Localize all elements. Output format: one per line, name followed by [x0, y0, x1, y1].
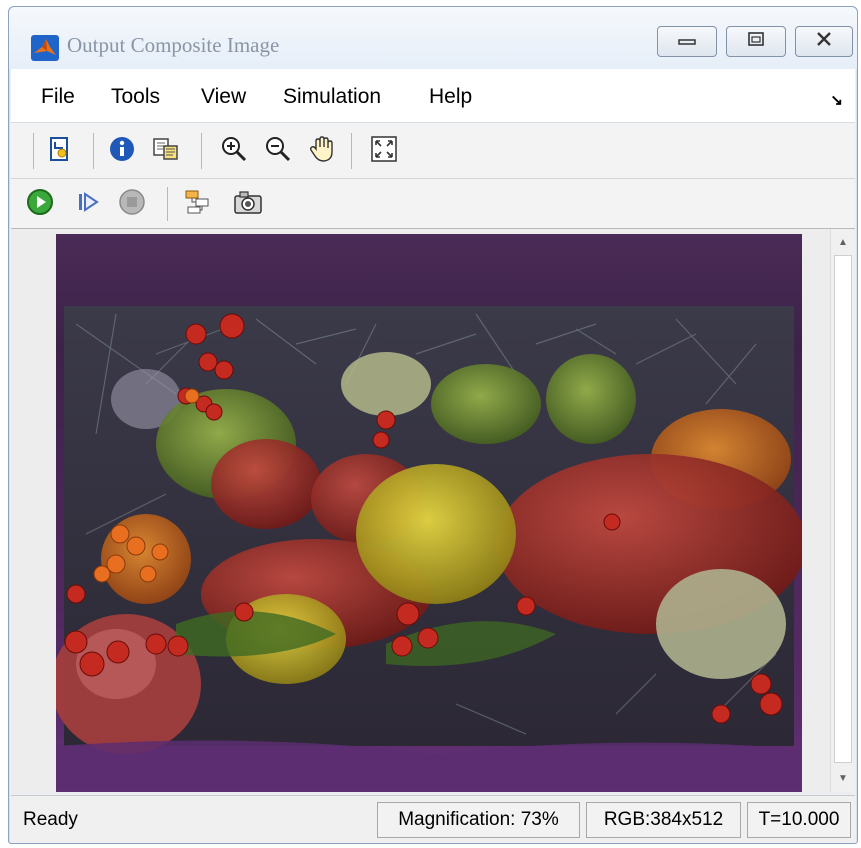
toolbar-separator	[93, 133, 94, 169]
menu-file[interactable]: File	[41, 85, 75, 109]
menu-simulation[interactable]: Simulation	[283, 85, 381, 109]
stop-button[interactable]	[117, 188, 147, 221]
minimize-icon	[678, 33, 696, 51]
magnification-text: Magnification: 73%	[398, 809, 559, 830]
maximize-button[interactable]	[726, 26, 786, 57]
composite-image[interactable]	[56, 234, 802, 792]
step-forward-icon	[75, 189, 101, 220]
fit-to-view-button[interactable]	[369, 135, 399, 167]
window-title: Output Composite Image	[67, 33, 280, 57]
highlight-block-button[interactable]	[183, 189, 213, 219]
info-button[interactable]	[107, 136, 137, 166]
menu-help[interactable]: Help	[429, 85, 472, 109]
toolbar-separator	[201, 133, 202, 169]
menu-bar: File Tools View Simulation Help ↘	[11, 69, 855, 123]
copy-to-clipboard-icon	[152, 136, 180, 167]
status-time: T=10.000	[747, 802, 851, 838]
close-button[interactable]	[795, 26, 853, 57]
status-bar: Ready Magnification: 73% RGB:384x512 T=1…	[11, 795, 855, 843]
menu-view[interactable]: View	[201, 85, 246, 109]
status-dimensions: RGB:384x512	[586, 802, 741, 838]
toolbar-view	[11, 123, 855, 179]
run-icon	[26, 188, 54, 221]
time-text: T=10.000	[758, 809, 840, 830]
zoom-in-button[interactable]	[219, 136, 249, 166]
scroll-track[interactable]	[834, 255, 852, 763]
undock-arrow-icon[interactable]: ↘	[830, 91, 843, 109]
vertical-scrollbar[interactable]: ▲ ▼	[830, 229, 854, 792]
toolbar-separator	[167, 187, 168, 221]
figure-window: Output Composite Image File Tools View S…	[8, 6, 858, 844]
pan-button[interactable]	[307, 135, 337, 168]
toolbar-separator	[351, 133, 352, 169]
matlab-logo-icon	[31, 35, 59, 61]
stop-icon	[118, 188, 146, 221]
toolbar-simulation	[11, 179, 855, 229]
title-bar[interactable]: Output Composite Image	[9, 7, 857, 69]
run-button[interactable]	[25, 188, 55, 221]
snapshot-button[interactable]	[233, 189, 263, 219]
copy-to-clipboard-button[interactable]	[151, 136, 181, 166]
print-button[interactable]	[45, 136, 75, 166]
zoom-out-icon	[265, 136, 291, 167]
dimensions-text: RGB:384x512	[603, 809, 724, 830]
status-ready: Ready	[23, 809, 78, 830]
menu-tools[interactable]: Tools	[111, 85, 160, 109]
zoom-in-icon	[221, 136, 247, 167]
scroll-up-arrow-icon[interactable]: ▲	[834, 231, 852, 253]
image-viewport[interactable]: ▲ ▼	[11, 229, 855, 794]
status-magnification: Magnification: 73%	[377, 802, 580, 838]
fit-to-view-icon	[371, 135, 397, 167]
zoom-out-button[interactable]	[263, 136, 293, 166]
close-icon	[815, 31, 833, 52]
minimize-button[interactable]	[657, 26, 717, 57]
maximize-icon	[747, 31, 765, 52]
print-icon	[47, 136, 73, 167]
step-forward-button[interactable]	[73, 189, 103, 219]
toolbar-grip	[33, 133, 34, 169]
scroll-down-arrow-icon[interactable]: ▼	[834, 767, 852, 789]
snapshot-icon	[232, 189, 264, 220]
info-icon	[109, 136, 135, 167]
pan-hand-icon	[308, 135, 336, 168]
highlight-block-icon	[184, 189, 212, 220]
